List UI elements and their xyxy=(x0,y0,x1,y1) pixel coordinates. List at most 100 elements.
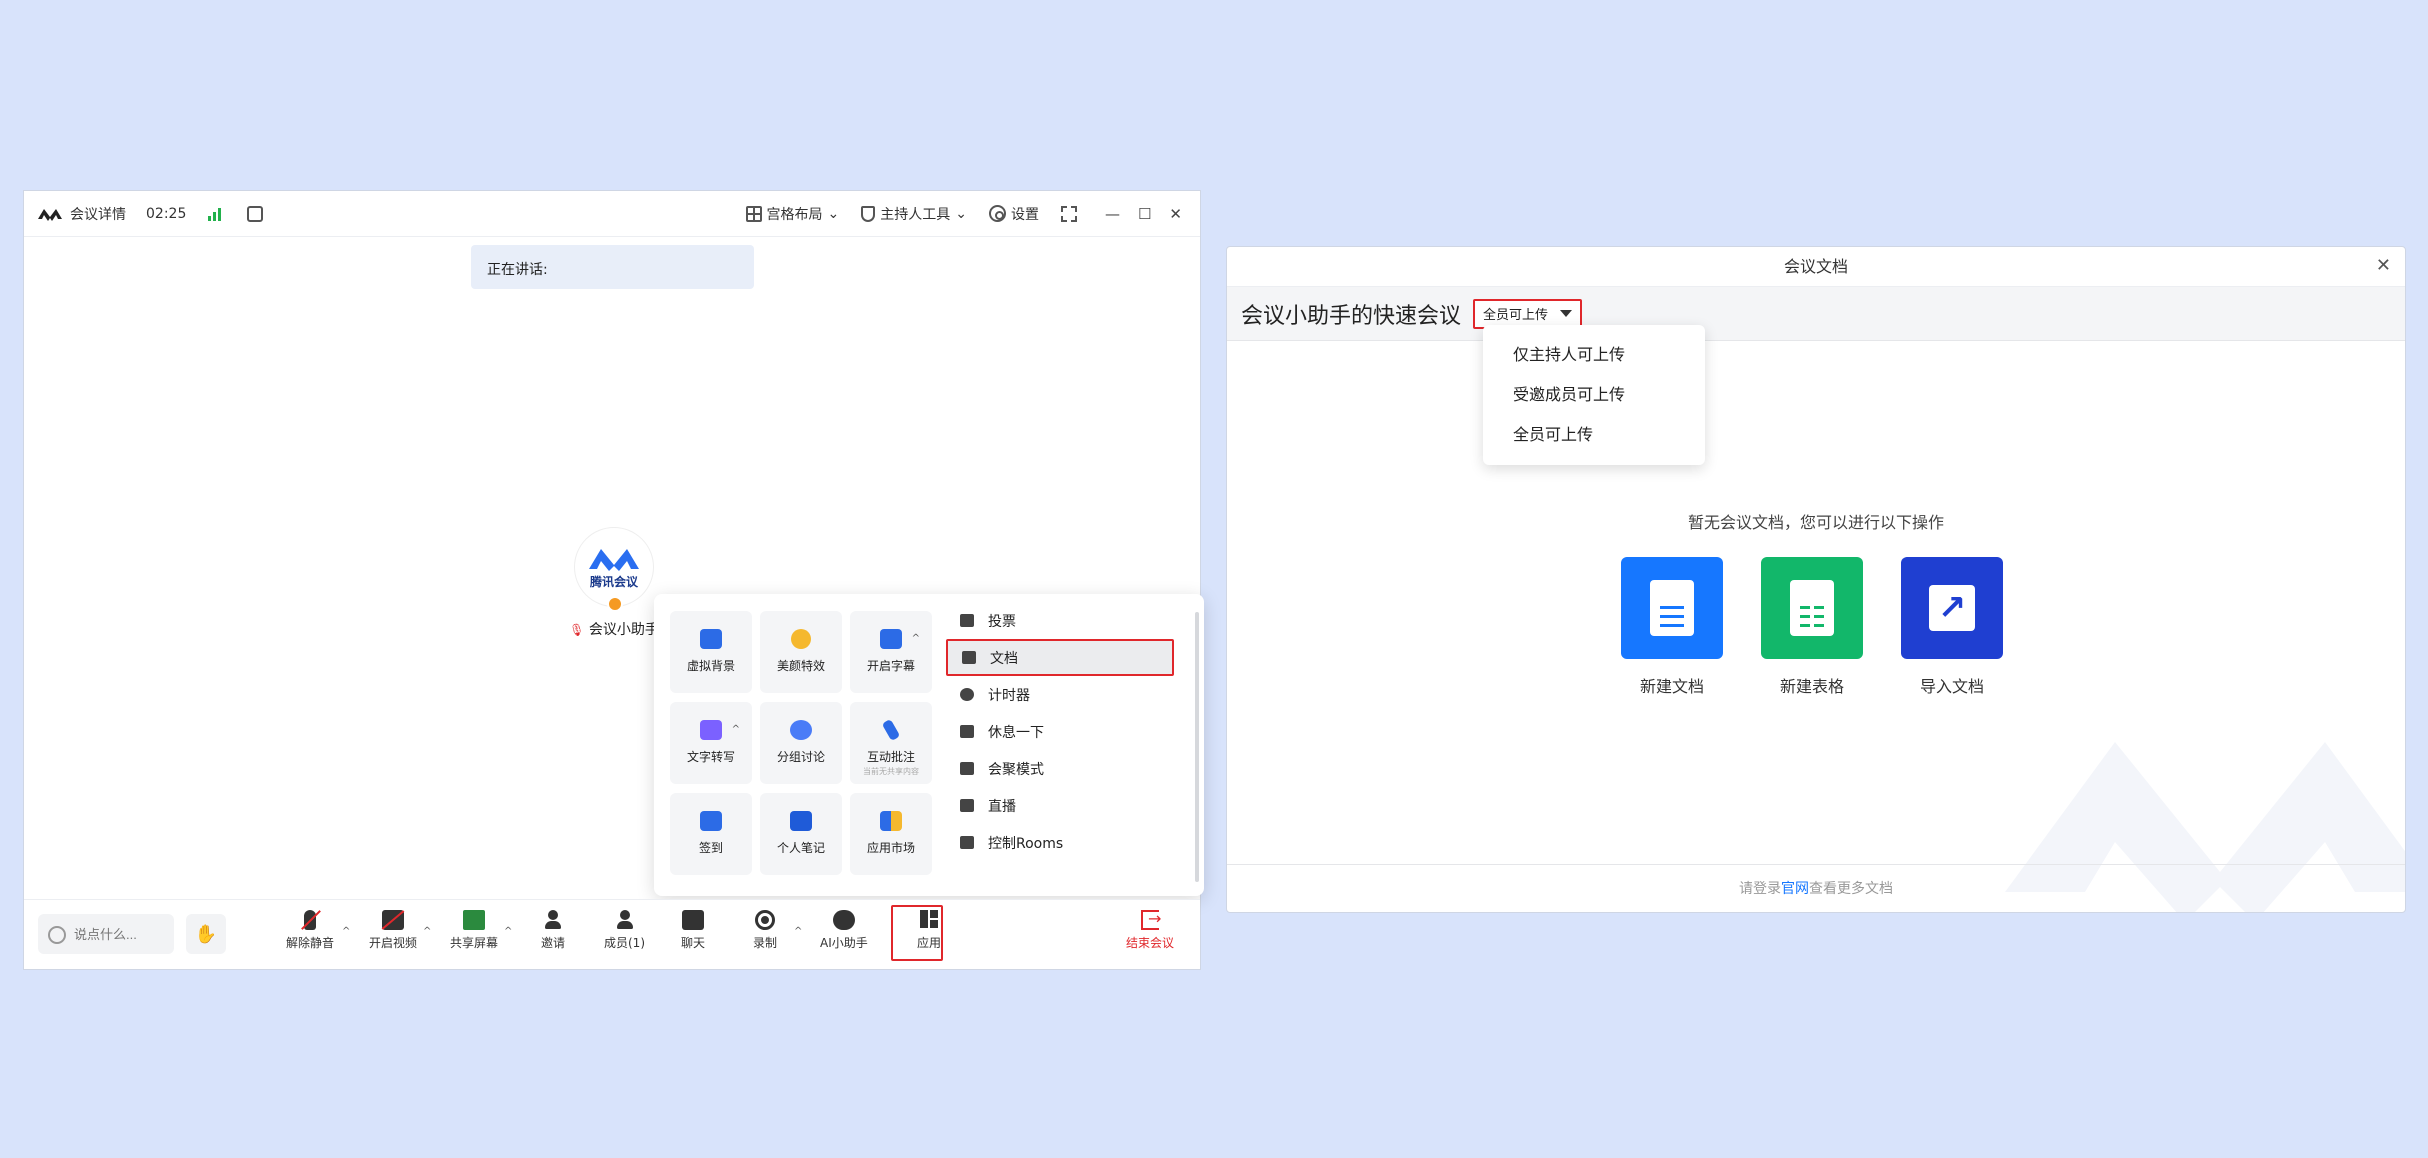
exit-icon xyxy=(1141,909,1161,930)
close-icon[interactable]: ✕ xyxy=(2376,255,2391,276)
menu-item-documents[interactable]: 文档 xyxy=(946,639,1174,676)
avatar-brand-text: 腾讯会议 xyxy=(589,574,638,589)
empty-state-tip: 暂无会议文档，您可以进行以下操作 xyxy=(1687,513,1944,532)
meeting-timer: 02:25 xyxy=(146,205,187,222)
popout-icon[interactable] xyxy=(247,205,264,222)
menu-item-break[interactable]: 休息一下 xyxy=(946,713,1174,750)
app-transcription[interactable]: 文字转写 ^ xyxy=(670,702,752,784)
menu-item-timer[interactable]: 计时器 xyxy=(946,676,1174,713)
caret-up-icon[interactable]: ^ xyxy=(794,926,802,937)
signal-strength-icon xyxy=(208,207,222,221)
gear-icon xyxy=(988,205,1006,222)
menu-item-label: 投票 xyxy=(988,613,1016,630)
start-video-button[interactable]: 开启视频 xyxy=(369,910,417,951)
meeting-name: 会议小助手的快速会议 xyxy=(1241,303,1462,329)
app-personal-notes[interactable]: 个人笔记 xyxy=(760,793,842,875)
muted-mic-icon xyxy=(304,910,316,930)
menu-item-vote[interactable]: 投票 xyxy=(946,602,1174,639)
share-screen-icon xyxy=(463,910,485,930)
caret-up-icon[interactable]: ^ xyxy=(423,926,431,937)
invite-button[interactable]: 邀请 xyxy=(541,910,565,951)
menu-item-label: 休息一下 xyxy=(988,724,1044,741)
members-icon xyxy=(616,910,634,930)
app-beauty-effects[interactable]: 美颜特效 xyxy=(760,611,842,693)
participant-name: 🎙 会议小助手 xyxy=(564,619,664,639)
apps-popup: 虚拟背景 美颜特效 开启字幕 ^ 文字转写 ^ 分组讨论 互动批注 当前无共享内… xyxy=(654,594,1204,896)
layout-button[interactable]: 宫格布局 ⌄ xyxy=(745,204,840,224)
members-label: 成员(1) xyxy=(604,936,645,950)
app-tile-label: 签到 xyxy=(698,841,723,855)
ai-assistant-icon xyxy=(832,910,855,930)
meeting-window: 会议详情 02:25 宫格布局 ⌄ 主持人工具 ⌄ 设置 — ☐ ✕ 正在讲话:… xyxy=(23,190,1204,970)
meeting-details-link[interactable]: 会议详情 xyxy=(70,204,126,224)
import-document-label: 导入文档 xyxy=(1919,677,1984,696)
app-subtitles[interactable]: 开启字幕 ^ xyxy=(850,611,932,693)
unmute-button[interactable]: 解除静音 xyxy=(286,910,334,951)
documents-header: 会议小助手的快速会议 全员可上传 xyxy=(1227,287,2405,341)
import-document-button[interactable]: ↗ 导入文档 xyxy=(1897,557,2007,697)
permission-selected-value: 全员可上传 xyxy=(1483,308,1549,323)
app-breakout-rooms[interactable]: 分组讨论 xyxy=(760,702,842,784)
transcription-icon xyxy=(700,720,722,740)
chevron-down-icon: ⌄ xyxy=(827,205,840,222)
permission-option-invited[interactable]: 受邀成员可上传 xyxy=(1483,375,1705,415)
caret-up-icon[interactable]: ^ xyxy=(342,926,350,937)
app-virtual-background[interactable]: 虚拟背景 xyxy=(670,611,752,693)
menu-item-live[interactable]: 直播 xyxy=(946,787,1174,824)
shield-icon xyxy=(861,205,876,222)
settings-button[interactable]: 设置 xyxy=(988,204,1039,224)
new-sheet-icon xyxy=(1761,557,1863,659)
maximize-button[interactable]: ☐ xyxy=(1138,205,1151,223)
fullscreen-icon[interactable] xyxy=(1060,205,1077,222)
app-market[interactable]: 应用市场 xyxy=(850,793,932,875)
notes-icon xyxy=(790,811,812,831)
footer-text-after: 查看更多文档 xyxy=(1809,881,1893,897)
emoji-icon[interactable] xyxy=(48,926,66,944)
footer-text-before: 请登录 xyxy=(1739,881,1781,897)
chat-bubble-icon xyxy=(682,910,704,930)
app-tile-label: 美颜特效 xyxy=(776,659,825,673)
popup-scrollbar[interactable] xyxy=(1195,612,1199,882)
chat-button[interactable]: 聊天 xyxy=(681,910,705,951)
documents-title: 会议文档 xyxy=(1227,247,2405,287)
together-mode-icon xyxy=(960,762,974,775)
host-tools-button[interactable]: 主持人工具 ⌄ xyxy=(861,204,967,224)
raise-hand-button[interactable]: ✋ xyxy=(186,914,226,954)
menu-item-rooms[interactable]: 控制Rooms xyxy=(946,824,1174,861)
participant-tile[interactable]: 腾讯会议 🎙 会议小助手 xyxy=(564,527,664,639)
menu-item-label: 会聚模式 xyxy=(988,761,1044,778)
invite-label: 邀请 xyxy=(541,936,566,950)
tencent-meeting-logo-icon xyxy=(589,548,639,571)
app-annotation[interactable]: 互动批注 当前无共享内容 xyxy=(850,702,932,784)
apps-menu-list: 投票 文档 计时器 休息一下 会聚模式 直播 控制Rooms xyxy=(946,602,1174,861)
app-tile-label: 应用市场 xyxy=(866,841,915,855)
permission-option-all[interactable]: 全员可上传 xyxy=(1483,415,1705,455)
stopwatch-icon xyxy=(960,688,974,701)
upload-permission-select[interactable]: 全员可上传 xyxy=(1473,298,1583,329)
chevron-down-icon: ⌄ xyxy=(955,205,967,222)
menu-item-label: 控制Rooms xyxy=(988,835,1064,852)
caret-up-icon[interactable]: ^ xyxy=(912,633,920,644)
permission-option-host-only[interactable]: 仅主持人可上传 xyxy=(1483,335,1705,375)
chat-label: 聊天 xyxy=(681,936,706,950)
menu-item-together-mode[interactable]: 会聚模式 xyxy=(946,750,1174,787)
record-button[interactable]: 录制 xyxy=(753,910,777,951)
new-sheet-button[interactable]: 新建表格 xyxy=(1757,557,1867,697)
apps-highlight-box xyxy=(891,905,943,961)
app-tile-label: 互动批注 xyxy=(866,750,915,764)
end-meeting-button[interactable]: 结束会议 xyxy=(1126,909,1174,951)
caret-up-icon[interactable]: ^ xyxy=(732,724,740,735)
layout-label: 宫格布局 xyxy=(766,206,823,223)
app-tile-label: 分组讨论 xyxy=(776,750,825,764)
app-check-in[interactable]: 签到 xyxy=(670,793,752,875)
new-document-button[interactable]: 新建文档 xyxy=(1617,557,1727,697)
pen-icon xyxy=(881,718,901,742)
minimize-button[interactable]: — xyxy=(1105,205,1120,223)
share-screen-button[interactable]: 共享屏幕 xyxy=(450,910,498,951)
caret-up-icon[interactable]: ^ xyxy=(504,926,512,937)
official-site-link[interactable]: 官网 xyxy=(1781,881,1809,897)
documents-window: 会议文档 ✕ 会议小助手的快速会议 全员可上传 仅主持人可上传 受邀成员可上传 … xyxy=(1226,246,2406,913)
ai-assistant-button[interactable]: AI小助手 xyxy=(820,910,868,951)
close-button[interactable]: ✕ xyxy=(1169,205,1182,223)
members-button[interactable]: 成员(1) xyxy=(604,910,645,951)
